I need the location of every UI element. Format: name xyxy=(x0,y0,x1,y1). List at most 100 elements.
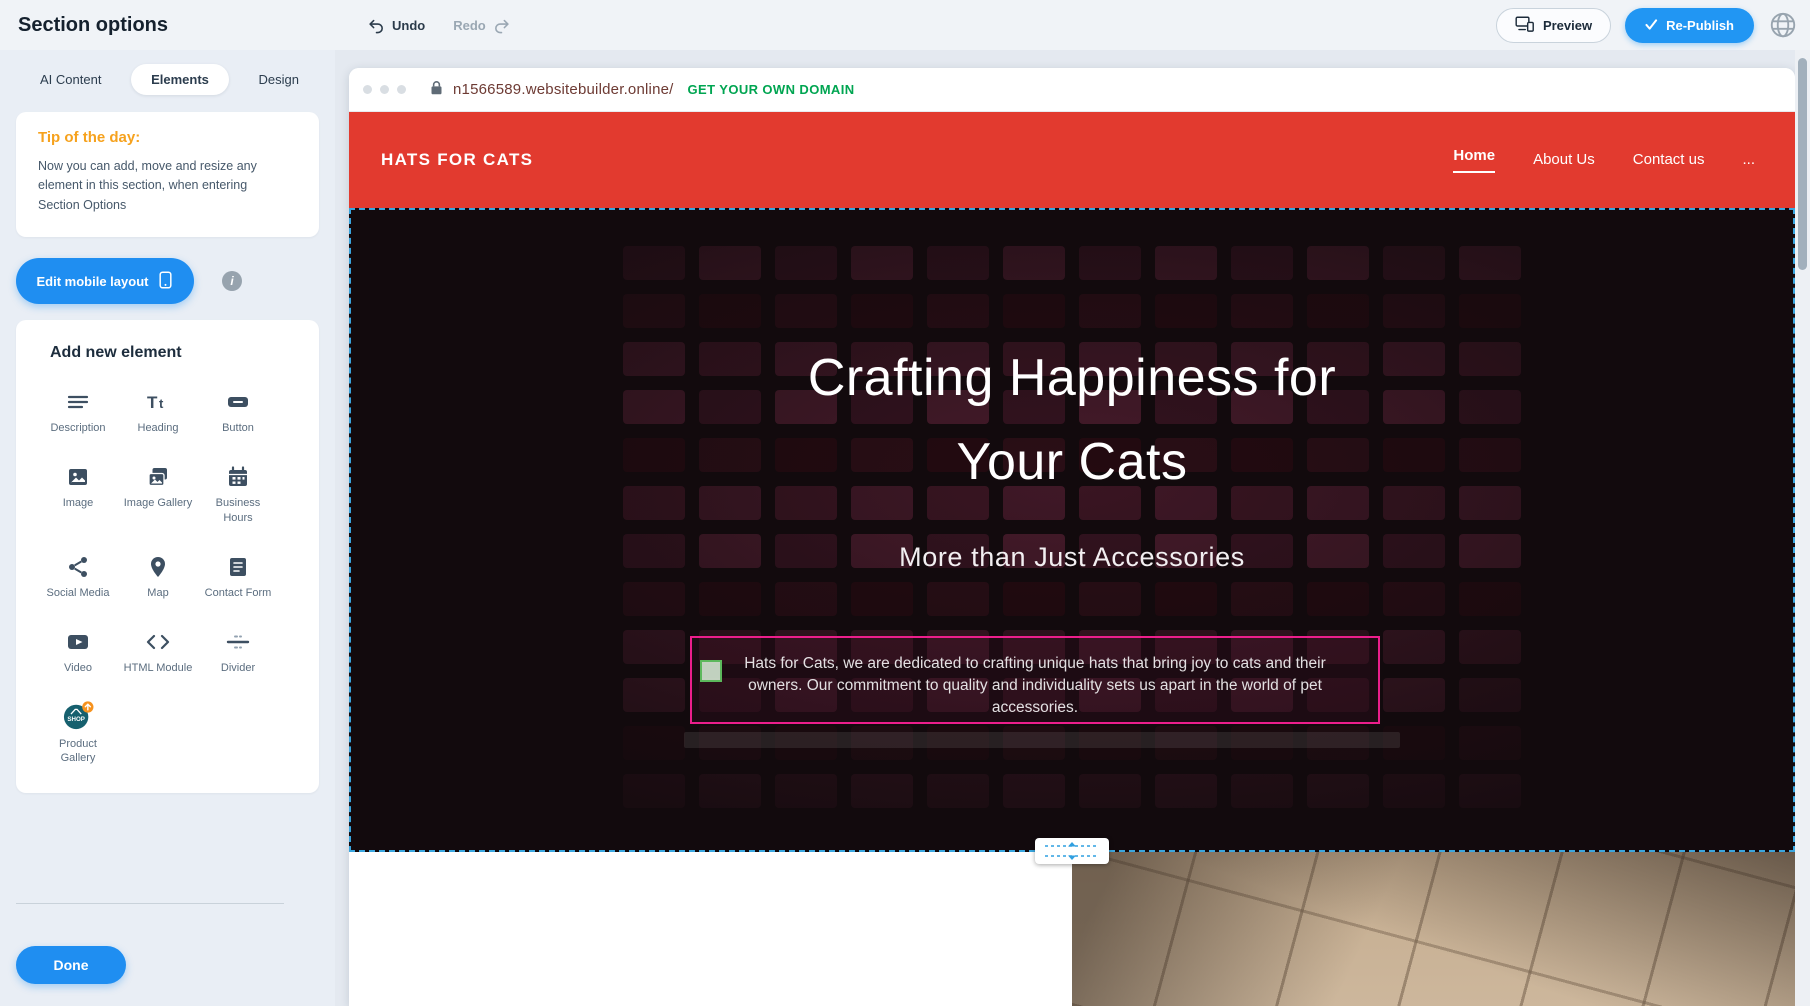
history-controls: Undo Redo xyxy=(368,0,510,50)
window-dots xyxy=(363,85,406,94)
svg-text:T: T xyxy=(147,393,158,412)
element-image[interactable]: Image xyxy=(38,461,118,525)
svg-text:t: t xyxy=(159,396,164,411)
element-image-gallery[interactable]: Image Gallery xyxy=(118,461,198,525)
hero-title[interactable]: Crafting Happiness for Your Cats xyxy=(349,336,1795,504)
nav-home[interactable]: Home xyxy=(1453,147,1495,173)
check-icon xyxy=(1645,18,1658,33)
preview-button[interactable]: Preview xyxy=(1496,8,1611,43)
edit-mobile-label: Edit mobile layout xyxy=(37,274,149,289)
element-video[interactable]: Video xyxy=(38,626,118,675)
site-logo[interactable]: HATS FOR CATS xyxy=(381,150,533,170)
element-label: Video xyxy=(64,661,92,675)
hero-title-line2: Your Cats xyxy=(349,420,1795,504)
website-canvas: HATS FOR CATS HomeAbout UsContact us... … xyxy=(349,112,1795,1006)
video-icon xyxy=(66,626,90,654)
site-header[interactable]: HATS FOR CATS Home About Us Contact us... xyxy=(349,112,1795,208)
map-icon xyxy=(146,551,170,579)
element-label: Divider xyxy=(221,661,255,675)
hero-vignette xyxy=(349,208,1795,852)
hero-section[interactable]: Crafting Happiness for Your Cats More th… xyxy=(349,208,1795,852)
republish-label: Re-Publish xyxy=(1666,18,1734,33)
devices-icon xyxy=(1515,16,1534,35)
add-element-title: Add new element xyxy=(50,344,319,362)
button-icon xyxy=(226,386,250,414)
republish-button[interactable]: Re-Publish xyxy=(1625,8,1754,43)
tab-elements[interactable]: Elements xyxy=(131,64,229,95)
element-label: Map xyxy=(147,586,168,600)
site-nav: Home About Us Contact us... xyxy=(1453,147,1763,173)
language-globe-icon[interactable] xyxy=(1768,10,1798,40)
done-button[interactable]: Done xyxy=(16,946,126,984)
tip-card: Tip of the day: Now you can add, move an… xyxy=(16,112,319,237)
get-domain-link[interactable]: GET YOUR OWN DOMAIN xyxy=(688,82,855,97)
element-label: Product Gallery xyxy=(42,737,114,766)
element-label: Heading xyxy=(138,421,179,435)
lock-icon xyxy=(430,80,443,100)
sidebar-divider xyxy=(16,903,284,904)
undo-icon xyxy=(368,17,385,34)
element-label: Image Gallery xyxy=(124,496,192,510)
scrollbar xyxy=(1795,50,1810,1006)
element-contact-form[interactable]: Contact Form xyxy=(198,551,278,600)
undo-label: Undo xyxy=(392,18,425,33)
section-resize-handle[interactable] xyxy=(1035,838,1109,864)
element-label: Image xyxy=(63,496,94,510)
mobile-layout-row: Edit mobile layout i xyxy=(16,258,319,304)
preview-label: Preview xyxy=(1543,18,1592,33)
edit-mobile-layout-button[interactable]: Edit mobile layout xyxy=(16,258,194,304)
topbar-actions: Preview Re-Publish xyxy=(1496,0,1798,50)
redo-icon xyxy=(493,17,510,34)
product-gallery-icon: SHOP xyxy=(61,702,95,730)
next-section-white xyxy=(349,852,1072,1006)
image-gallery-icon xyxy=(146,461,170,489)
scrollbar-thumb[interactable] xyxy=(1798,58,1807,270)
redo-button[interactable]: Redo xyxy=(453,17,510,34)
add-element-panel: Add new element Description Tt Heading Butt… xyxy=(16,320,319,793)
undo-button[interactable]: Undo xyxy=(368,17,425,34)
element-heading[interactable]: Tt Heading xyxy=(118,386,198,435)
elements-grid: Description Tt Heading Button Image Image Gal… xyxy=(16,386,319,765)
element-label: Description xyxy=(50,421,105,435)
divider-icon xyxy=(226,626,250,654)
html-module-icon xyxy=(146,626,170,654)
tab-design[interactable]: Design xyxy=(259,64,299,95)
next-section[interactable] xyxy=(349,852,1795,1006)
resize-pill xyxy=(1035,838,1109,864)
nav-more[interactable]: ... xyxy=(1742,151,1755,170)
heading-icon: Tt xyxy=(146,386,170,414)
phone-icon xyxy=(158,271,173,292)
page-title: Section options xyxy=(18,14,168,37)
element-business-hours[interactable]: Business Hours xyxy=(198,461,278,525)
social-media-icon xyxy=(66,551,90,579)
business-hours-icon xyxy=(226,461,250,489)
image-icon xyxy=(66,461,90,489)
sidebar-tabs: AI Content Elements Design xyxy=(0,50,335,98)
element-label: Contact Form xyxy=(205,586,272,600)
site-url: n1566589.websitebuilder.online/ xyxy=(453,81,674,98)
nav-about-us[interactable]: About Us xyxy=(1533,151,1595,170)
hero-description[interactable]: Hats for Cats, we are dedicated to craft… xyxy=(692,638,1378,719)
browser-bar: n1566589.websitebuilder.online/ GET YOUR… xyxy=(349,68,1795,112)
element-description[interactable]: Description xyxy=(38,386,118,435)
selected-text-element[interactable]: Hats for Cats, we are dedicated to craft… xyxy=(690,636,1380,724)
tip-body: Now you can add, move and resize any ele… xyxy=(38,157,283,215)
element-map[interactable]: Map xyxy=(118,551,198,600)
element-label: HTML Module xyxy=(124,661,193,675)
tab-ai-content[interactable]: AI Content xyxy=(40,64,101,95)
element-divider[interactable]: Divider xyxy=(198,626,278,675)
hero-title-line1: Crafting Happiness for xyxy=(349,336,1795,420)
info-icon[interactable]: i xyxy=(222,271,242,291)
nav-contact-us[interactable]: Contact us xyxy=(1633,151,1705,170)
main-area: n1566589.websitebuilder.online/ GET YOUR… xyxy=(335,50,1810,1006)
tile-floor-image xyxy=(1072,852,1795,1006)
hero-subtitle[interactable]: More than Just Accessories xyxy=(349,542,1795,573)
element-drag-handle[interactable] xyxy=(700,660,722,682)
element-html-module[interactable]: HTML Module xyxy=(118,626,198,675)
contact-form-icon xyxy=(226,551,250,579)
element-ghost-bar xyxy=(684,732,1400,748)
element-button[interactable]: Button xyxy=(198,386,278,435)
element-product-gallery[interactable]: SHOP Product Gallery xyxy=(38,702,118,766)
redo-label: Redo xyxy=(453,18,486,33)
element-social-media[interactable]: Social Media xyxy=(38,551,118,600)
